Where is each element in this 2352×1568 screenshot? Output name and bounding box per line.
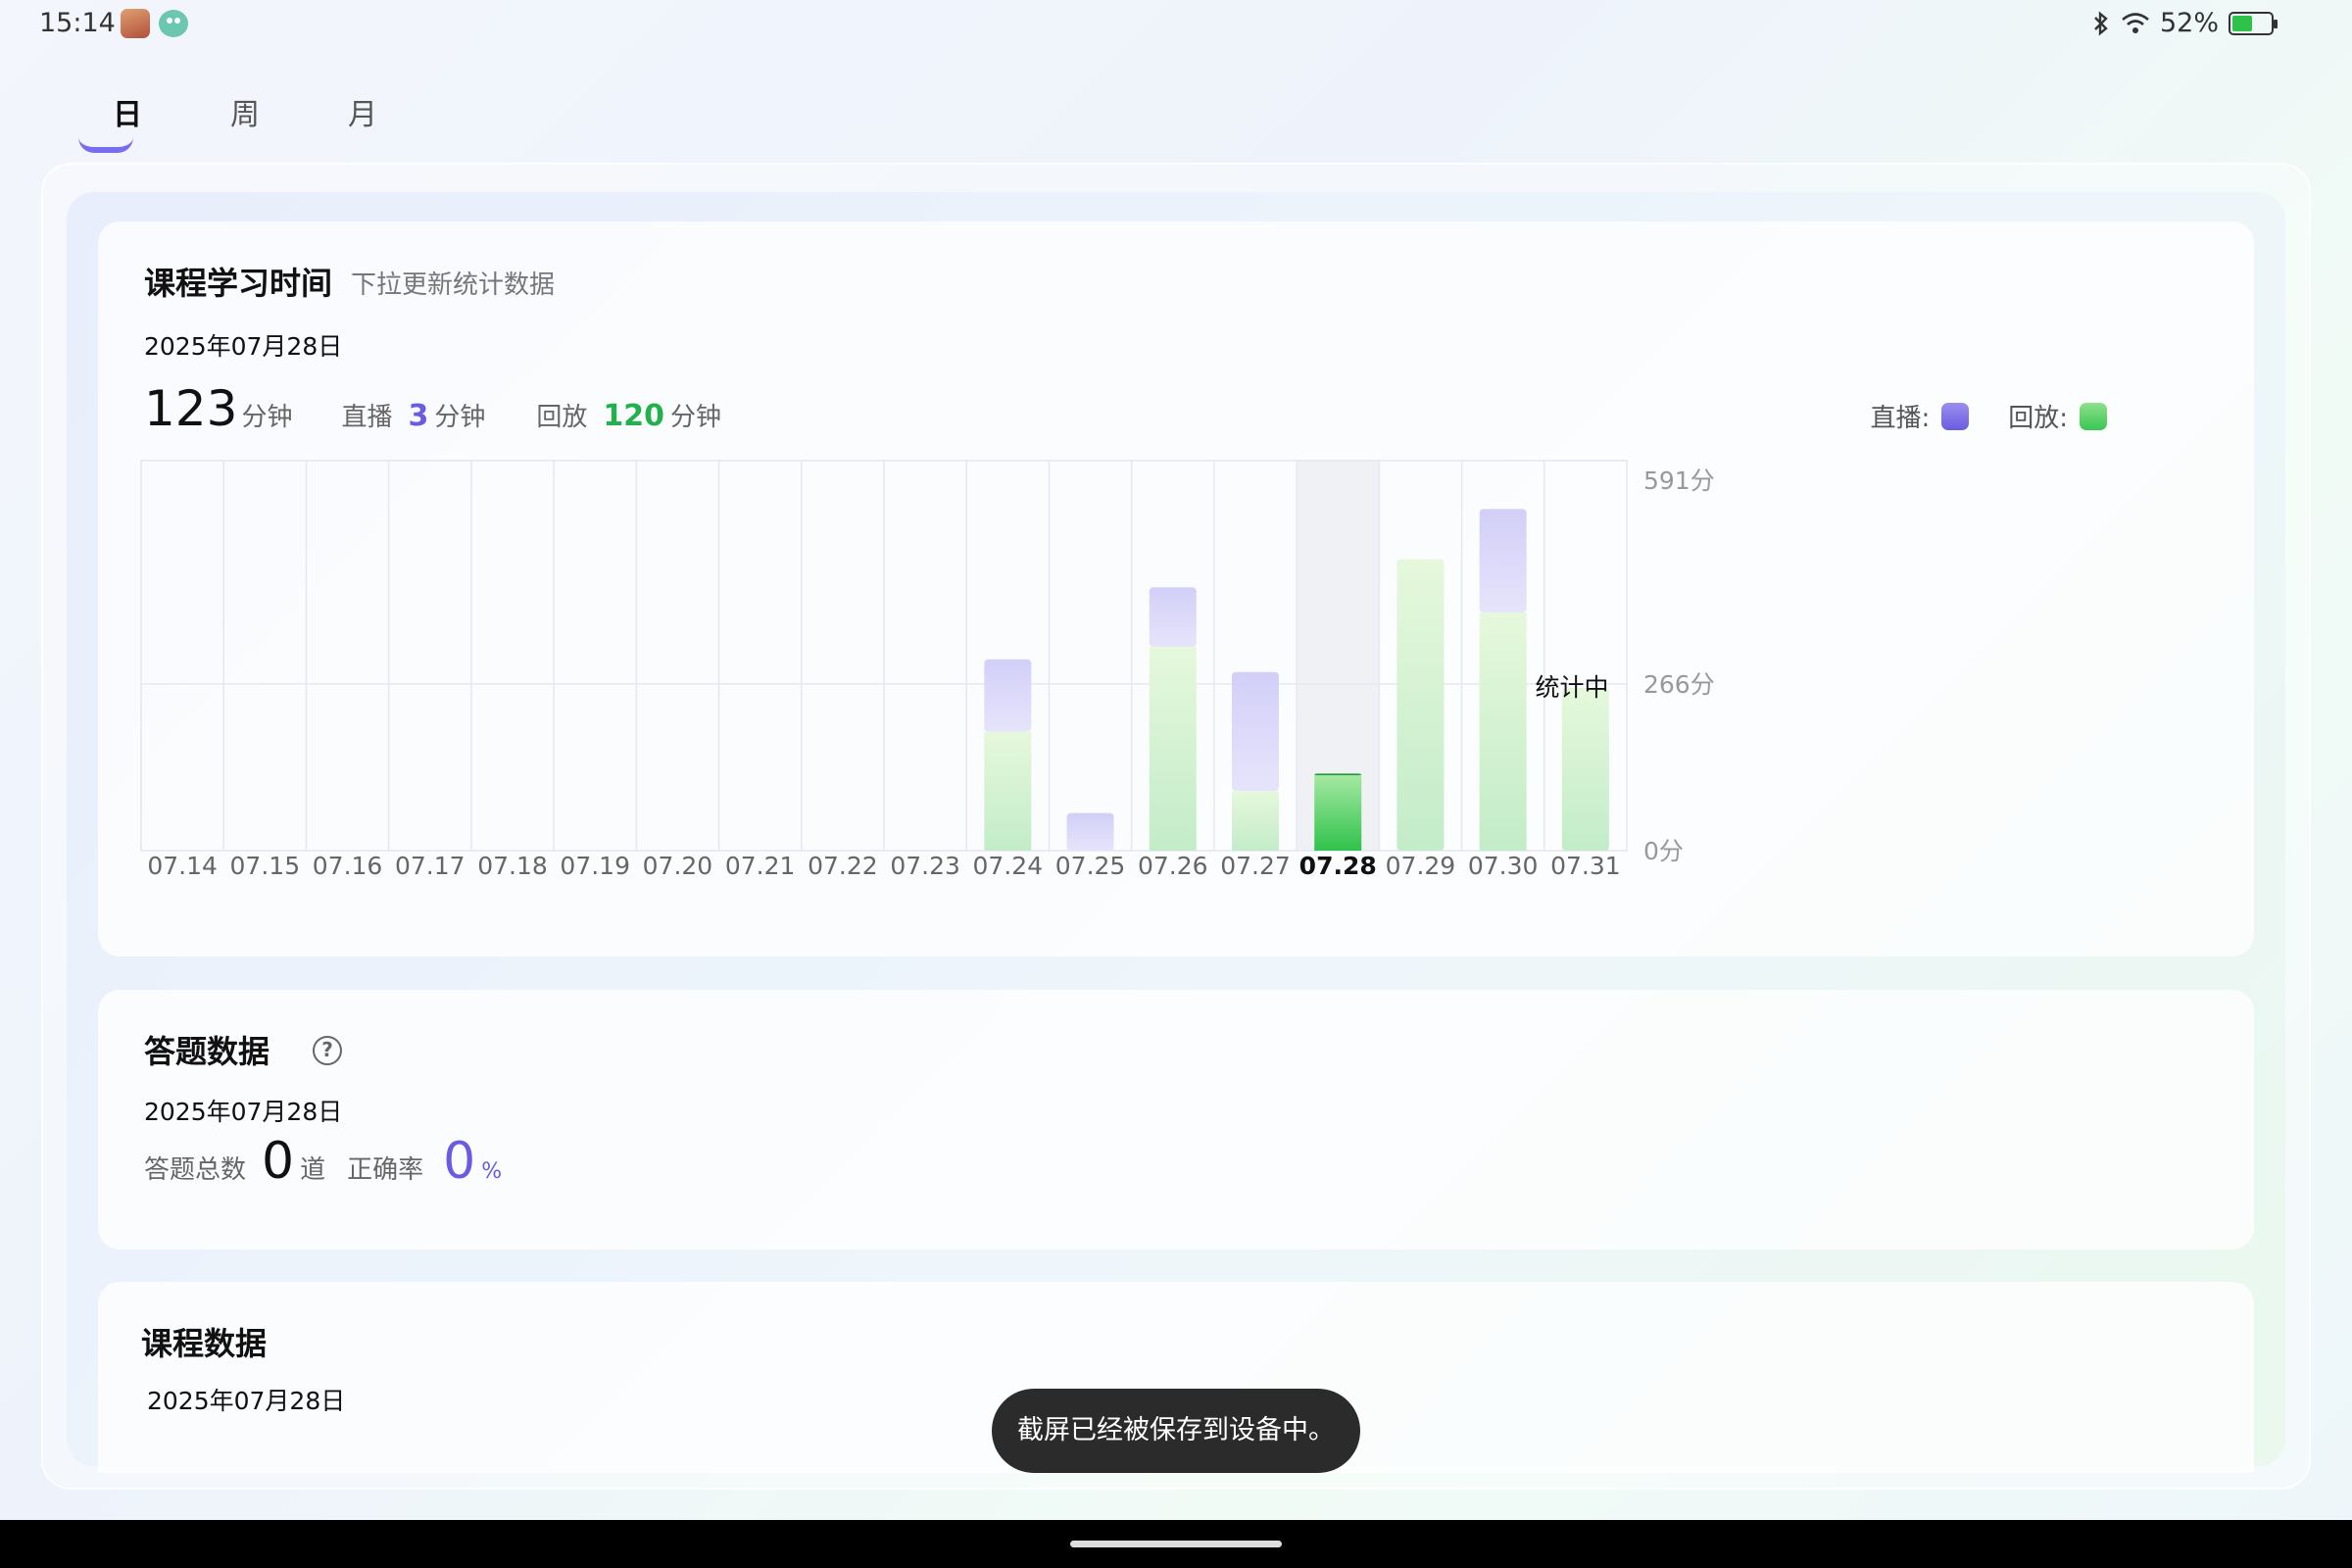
x-tick-label: 07.26 [1138, 852, 1208, 880]
study-time-card: 课程学习时间 下拉更新统计数据 2025年07月28日 123 分钟 直播 3 … [98, 221, 2254, 956]
status-right: 52% [2091, 8, 2278, 38]
x-tick-label: 07.23 [890, 852, 960, 880]
status-time: 15:14 [39, 8, 116, 38]
bar-live-07.30 [1479, 509, 1527, 612]
x-tick-label: 07.20 [643, 852, 713, 880]
bar-replay-07.26 [1149, 647, 1197, 851]
x-tick-label: 07.21 [725, 852, 796, 880]
bar-replay-07.28 [1314, 775, 1362, 851]
answer-date: 2025年07月28日 [144, 1098, 343, 1126]
wifi-icon [2122, 12, 2149, 33]
x-tick-label: 07.28 [1299, 852, 1377, 880]
bar-live-07.26 [1149, 587, 1197, 648]
accuracy-unit: % [481, 1159, 503, 1184]
bar-live-07.24 [984, 659, 1032, 732]
accuracy-value: 0 [443, 1132, 476, 1191]
bar-replay-07.27 [1232, 791, 1279, 851]
x-tick-label: 07.18 [477, 852, 548, 880]
help-icon[interactable]: ? [313, 1036, 342, 1065]
x-tick-label: 07.17 [395, 852, 466, 880]
x-tick-label: 07.29 [1386, 852, 1456, 880]
study-time-chart[interactable]: 07.14 07.15 07.16 07.17 07.18 07.19 07.20 07.21… [98, 221, 2254, 907]
battery-percent: 52% [2159, 8, 2219, 38]
y-tick-label: 266分 [1643, 670, 1715, 699]
x-tick-label: 07.25 [1055, 852, 1126, 880]
x-tick-label: 07.16 [313, 852, 383, 880]
bluetooth-icon [2094, 10, 2108, 36]
x-tick-label: 07.19 [560, 852, 630, 880]
y-tick-label: 0分 [1643, 837, 1684, 865]
bar-live-07.27 [1232, 671, 1279, 792]
bar-replay-07.29 [1396, 559, 1445, 851]
x-tick-label: 07.24 [973, 852, 1044, 880]
app-notification-icon [121, 9, 150, 38]
tab-day[interactable]: 日 [69, 90, 186, 159]
course-date: 2025年07月28日 [147, 1387, 346, 1415]
answer-total-value: 0 [262, 1132, 295, 1191]
answer-data-title: 答题数据 [144, 1033, 270, 1070]
period-tabs: 日 周 月 [69, 90, 421, 159]
bar-live-07.25 [1066, 812, 1114, 851]
answer-total-unit: 道 [300, 1155, 326, 1185]
tab-month[interactable]: 月 [304, 90, 421, 159]
mascot-notification-icon [159, 10, 188, 37]
counting-status-label: 统计中 [1535, 673, 1608, 702]
bar-replay-07.30 [1479, 612, 1527, 851]
answer-total-label: 答题总数 [144, 1155, 247, 1185]
screenshot-toast: 截屏已经被保存到设备中。 [992, 1389, 1360, 1473]
x-tick-label: 07.14 [147, 852, 218, 880]
x-tick-label: 07.30 [1468, 852, 1539, 880]
accuracy-label: 正确率 [347, 1155, 424, 1185]
answer-data-card: 答题数据 ? 2025年07月28日 答题总数 0 道 正确率 0 % [98, 990, 2254, 1250]
x-tick-label: 07.27 [1220, 852, 1291, 880]
battery-fill [2232, 15, 2252, 31]
course-data-title: 课程数据 [141, 1325, 268, 1362]
y-tick-label: 591分 [1643, 466, 1715, 495]
status-bar: 15:14 52% [0, 0, 2352, 49]
answer-stats: 答题总数 0 道 正确率 0 % [144, 1132, 502, 1191]
battery-icon [2229, 11, 2278, 35]
home-gesture-handle[interactable] [1070, 1541, 1282, 1547]
bar-live-07.28 [1314, 773, 1362, 776]
x-tick-label: 07.22 [808, 852, 878, 880]
navigation-bar [0, 1520, 2352, 1568]
x-tick-label: 07.31 [1550, 852, 1621, 880]
bar-replay-07.24 [984, 731, 1032, 851]
bar-replay-07.31 [1561, 687, 1609, 851]
x-tick-label: 07.15 [230, 852, 301, 880]
tab-week[interactable]: 周 [186, 90, 304, 159]
